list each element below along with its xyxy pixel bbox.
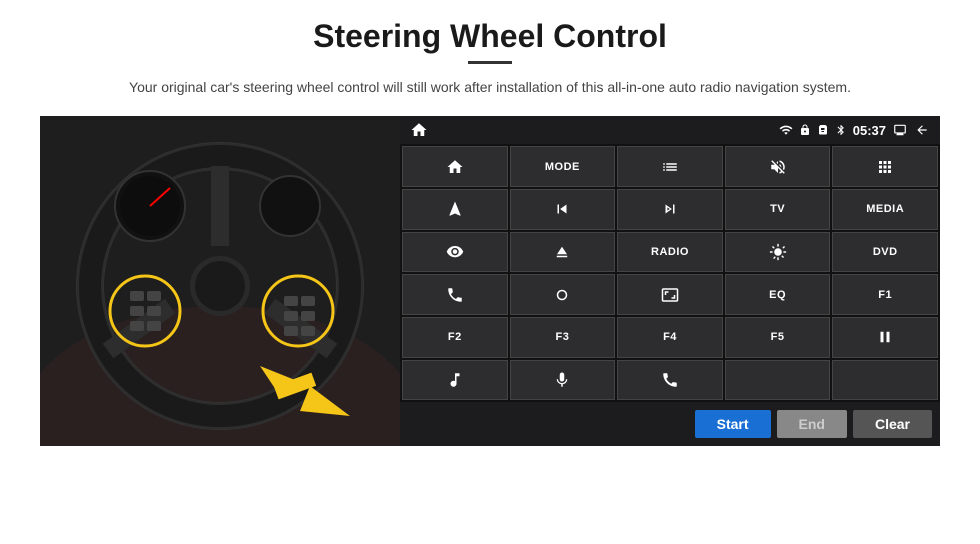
btn-tv[interactable]: TV [725,189,831,230]
btn-home[interactable] [402,146,508,187]
action-bar: Start End Clear [400,402,940,446]
btn-navigate[interactable] [402,189,508,230]
status-time: 05:37 [853,123,886,138]
screen-icon [892,123,908,137]
page-wrapper: Steering Wheel Control Your original car… [0,0,980,544]
btn-f3[interactable]: F3 [510,317,616,358]
btn-eq[interactable]: EQ [725,274,831,315]
btn-f5[interactable]: F5 [725,317,831,358]
status-bar: 05:37 [400,116,940,144]
btn-mic[interactable] [510,360,616,401]
btn-phone[interactable] [402,274,508,315]
title-divider [468,61,512,64]
btn-mode[interactable]: MODE [510,146,616,187]
control-panel: 05:37 MODE [400,116,940,446]
btn-prev[interactable] [510,189,616,230]
page-title: Steering Wheel Control [313,18,667,55]
btn-f2[interactable]: F2 [402,317,508,358]
btn-brightness[interactable] [725,232,831,273]
wifi-icon [779,123,793,137]
status-bar-right: 05:37 [779,123,930,138]
status-bar-left [410,121,428,139]
bluetooth-icon [835,123,847,137]
page-subtitle: Your original car's steering wheel contr… [129,76,851,98]
btn-mute[interactable] [725,146,831,187]
content-row: 05:37 MODE [40,116,940,446]
sim-icon [817,123,829,137]
end-button[interactable]: End [777,410,847,438]
btn-media[interactable]: MEDIA [832,189,938,230]
btn-f1[interactable]: F1 [832,274,938,315]
btn-hangup[interactable] [617,360,723,401]
btn-eject[interactable] [510,232,616,273]
home-status-icon [410,121,428,139]
btn-screenfit[interactable] [617,274,723,315]
btn-360cam[interactable] [402,232,508,273]
steering-image [40,116,400,446]
btn-playpause[interactable] [832,317,938,358]
btn-music[interactable] [402,360,508,401]
btn-f4[interactable]: F4 [617,317,723,358]
btn-empty2[interactable] [832,360,938,401]
back-icon [914,123,930,137]
clear-button[interactable]: Clear [853,410,932,438]
start-button[interactable]: Start [695,410,771,438]
btn-next[interactable] [617,189,723,230]
btn-empty1[interactable] [725,360,831,401]
lock-icon [799,123,811,137]
btn-apps[interactable] [832,146,938,187]
btn-radio[interactable]: RADIO [617,232,723,273]
btn-dvd[interactable]: DVD [832,232,938,273]
button-grid: MODE TV [400,144,940,402]
btn-swipe[interactable] [510,274,616,315]
btn-list[interactable] [617,146,723,187]
